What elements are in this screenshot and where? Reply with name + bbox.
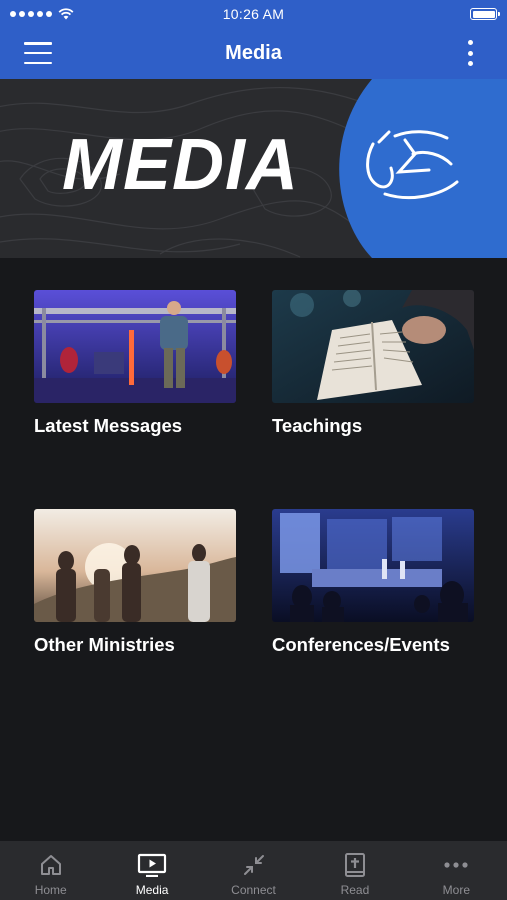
card-teachings[interactable]: Teachings: [272, 290, 474, 437]
bible-icon: [340, 851, 370, 879]
status-bar: 10:26 AM: [0, 0, 507, 28]
hamburger-menu-icon[interactable]: [24, 42, 52, 64]
overflow-menu-icon[interactable]: [467, 40, 473, 66]
card-conferences-events[interactable]: Conferences/Events: [272, 509, 474, 656]
top-app-bar: 10:26 AM Media: [0, 0, 507, 79]
home-icon: [36, 851, 66, 879]
status-time: 10:26 AM: [222, 6, 285, 22]
tab-label: Media: [135, 883, 169, 897]
tab-more[interactable]: More: [406, 841, 507, 900]
tab-label: Read: [340, 883, 370, 897]
bottom-tab-bar: Home Media Connect Read More: [0, 841, 507, 900]
tab-label: Home: [34, 883, 67, 897]
card-label: Other Ministries: [34, 634, 175, 655]
arrows-inward-icon: [239, 851, 269, 879]
tab-label: Connect: [231, 883, 276, 897]
tv-play-icon: [137, 851, 167, 879]
battery-icon: [470, 8, 500, 20]
tab-home[interactable]: Home: [0, 841, 101, 900]
card-latest-messages[interactable]: Latest Messages: [34, 290, 236, 437]
card-label: Conferences/Events: [272, 634, 450, 655]
tab-connect[interactable]: Connect: [203, 841, 304, 900]
ellipsis-icon: [441, 851, 471, 879]
media-banner: MEDIA: [0, 79, 507, 258]
tab-label: More: [442, 883, 470, 897]
card-other-ministries[interactable]: Other Ministries: [34, 509, 236, 656]
tab-read[interactable]: Read: [304, 841, 405, 900]
teachings-thumbnail: [272, 290, 474, 403]
latest-messages-thumbnail: [34, 290, 236, 403]
page-title: Media: [225, 42, 282, 64]
nav-row: Media: [0, 28, 507, 79]
banner-title: MEDIA: [62, 125, 299, 205]
other-ministries-thumbnail: [34, 509, 236, 622]
church-logo-icon: [366, 130, 459, 200]
conferences-events-thumbnail: [272, 509, 474, 622]
card-label: Latest Messages: [34, 415, 183, 436]
card-label: Teachings: [272, 415, 363, 436]
tab-media[interactable]: Media: [101, 841, 202, 900]
